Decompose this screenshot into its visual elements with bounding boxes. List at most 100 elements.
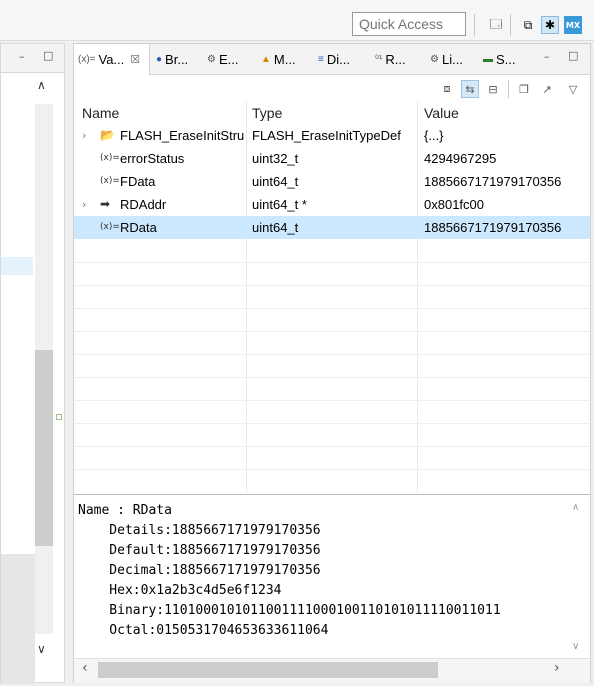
export-icon[interactable]: ↗ (538, 80, 556, 98)
cc-perspective-icon[interactable]: ⧉ (519, 16, 537, 34)
debug-perspective-icon[interactable]: ✱ (541, 16, 559, 34)
table-row[interactable]: › 📂 FLASH_EraseInitStru FLASH_EraseInitT… (74, 124, 590, 147)
detail-line: Details:1885667171979170356 (78, 523, 321, 538)
horizontal-scrollbar-thumb[interactable] (98, 662, 438, 678)
maximize-icon[interactable]: □ (43, 49, 53, 62)
row-name: RData (120, 220, 157, 235)
open-perspective-icon[interactable]: 🗔 (487, 16, 505, 34)
row-value[interactable]: 1885667171979170356 (424, 216, 584, 239)
row-value[interactable]: 0x801fc00 (424, 193, 584, 216)
column-header-name[interactable]: Name (82, 102, 119, 124)
variables-view: (x)= Va... ☒ ● Br... ⚙ E... ▲ M... ≡ Di.… (73, 43, 591, 683)
grid-line (74, 446, 590, 447)
detail-line: Default:1885667171979170356 (78, 543, 321, 558)
disassembly-icon: ≡ (318, 53, 324, 65)
grid-line (74, 308, 590, 309)
editor-scrollbar-thumb[interactable] (35, 350, 53, 546)
tab-label: R... (385, 51, 406, 67)
grid-line (74, 377, 590, 378)
detail-line: Name : RData (78, 503, 172, 518)
expand-icon[interactable]: › (82, 124, 86, 147)
sfrs-icon: ▬ (483, 53, 493, 65)
detail-line: Hex:0x1a2b3c4d5e6f1234 (78, 583, 282, 598)
tab-live-expressions[interactable]: ⚙ Li... (430, 44, 463, 74)
variable-icon: (x)= (100, 153, 120, 163)
tab-sfrs[interactable]: ▬ S... (483, 44, 516, 74)
current-line-highlight (1, 257, 33, 275)
grid-line (74, 285, 590, 286)
collapse-icon[interactable]: ⊟ (484, 80, 502, 98)
mx-label: MX (565, 20, 581, 30)
tab-variables[interactable]: (x)= Va... ☒ (74, 44, 150, 75)
tab-registers[interactable]: ⁰¹ R... (375, 44, 406, 74)
mx-perspective-icon[interactable]: MX (564, 16, 582, 34)
table-row-selected[interactable]: (x)= RData uint64_t 1885667171979170356 (74, 216, 590, 239)
maximize-icon[interactable]: □ (568, 49, 578, 62)
quick-access-input[interactable] (352, 12, 466, 36)
tab-disassembly[interactable]: ≡ Di... (318, 44, 350, 74)
minimize-icon[interactable]: – (19, 50, 25, 63)
table-row[interactable]: › ➡ RDAddr uint64_t * 0x801fc00 (74, 193, 590, 216)
tab-breakpoints[interactable]: ● Br... (156, 44, 188, 74)
row-type: uint64_t * (252, 197, 307, 212)
table-row[interactable]: (x)= errorStatus uint32_t 4294967295 (74, 147, 590, 170)
registers-icon: ⁰¹ (375, 53, 383, 65)
detail-line: Octal:0150531704653633611064 (78, 623, 329, 638)
tab-label: S... (496, 51, 516, 67)
grid-line (74, 262, 590, 263)
breakpoints-icon: ● (156, 53, 163, 65)
detail-pane-divider[interactable] (74, 494, 590, 495)
tab-modules[interactable]: ▲ M... (261, 44, 296, 74)
grid-line (74, 331, 590, 332)
row-value[interactable]: 4294967295 (424, 147, 584, 170)
sash-marker-icon[interactable] (56, 414, 62, 420)
grid-line (74, 423, 590, 424)
scroll-left-icon[interactable]: ‹ (82, 660, 88, 676)
variables-icon: (x)= (78, 54, 96, 65)
variable-icon: (x)= (100, 222, 120, 232)
tab-label: M... (273, 51, 296, 67)
toolbar-separator (510, 14, 511, 36)
collapse-all-icon[interactable]: ⧈ (438, 80, 456, 98)
row-value[interactable]: {...} (424, 124, 584, 147)
scroll-up-icon[interactable]: ∧ (37, 78, 46, 92)
close-icon[interactable]: ☒ (130, 53, 140, 66)
variables-table: Name Type Value › 📂 FLASH_EraseInitStru … (74, 102, 590, 492)
row-type: uint32_t (252, 151, 299, 166)
tab-label: Li... (441, 51, 463, 67)
detail-line: Decimal:1885667171979170356 (78, 563, 321, 578)
toolbar-separator (508, 80, 509, 98)
row-type: uint64_t (252, 174, 299, 189)
grid-line (74, 469, 590, 470)
scroll-down-icon[interactable]: ∨ (572, 641, 579, 652)
minimize-icon[interactable]: – (544, 50, 550, 63)
expressions-icon: ⚙ (207, 53, 216, 65)
variable-icon: (x)= (100, 176, 120, 186)
scroll-right-icon[interactable]: › (554, 660, 560, 676)
pointer-icon: ➡ (100, 197, 111, 211)
table-row[interactable]: (x)= FData uint64_t 1885667171979170356 (74, 170, 590, 193)
editor-pane-header (1, 44, 64, 73)
row-name: RDAddr (120, 197, 167, 212)
new-watch-icon[interactable]: ❐ (515, 80, 533, 98)
view-menu-icon[interactable]: ▽ (564, 80, 582, 98)
column-header-type[interactable]: Type (252, 102, 282, 124)
row-type: FLASH_EraseInitTypeDef (252, 128, 401, 143)
column-header-value[interactable]: Value (424, 102, 459, 124)
grid-line (74, 400, 590, 401)
tab-label: Br... (165, 51, 189, 67)
detail-pane-text[interactable]: Name : RData Details:1885667171979170356… (78, 501, 568, 659)
row-value[interactable]: 1885667171979170356 (424, 170, 584, 193)
editor-empty-area (1, 554, 35, 684)
expand-icon[interactable]: › (82, 193, 86, 216)
row-name: errorStatus (120, 151, 185, 166)
tab-label: Di... (326, 51, 350, 67)
scroll-up-icon[interactable]: ∧ (572, 502, 579, 513)
scroll-down-icon[interactable]: ∨ (37, 642, 46, 656)
editor-pane: – □ ∧ ∨ (0, 43, 65, 684)
tab-label: Va... (98, 52, 125, 67)
grid-line (74, 354, 590, 355)
live-expressions-icon: ⚙ (430, 53, 439, 65)
show-type-names-icon[interactable]: ⇆ (461, 80, 479, 98)
tab-expressions[interactable]: ⚙ E... (207, 44, 238, 74)
